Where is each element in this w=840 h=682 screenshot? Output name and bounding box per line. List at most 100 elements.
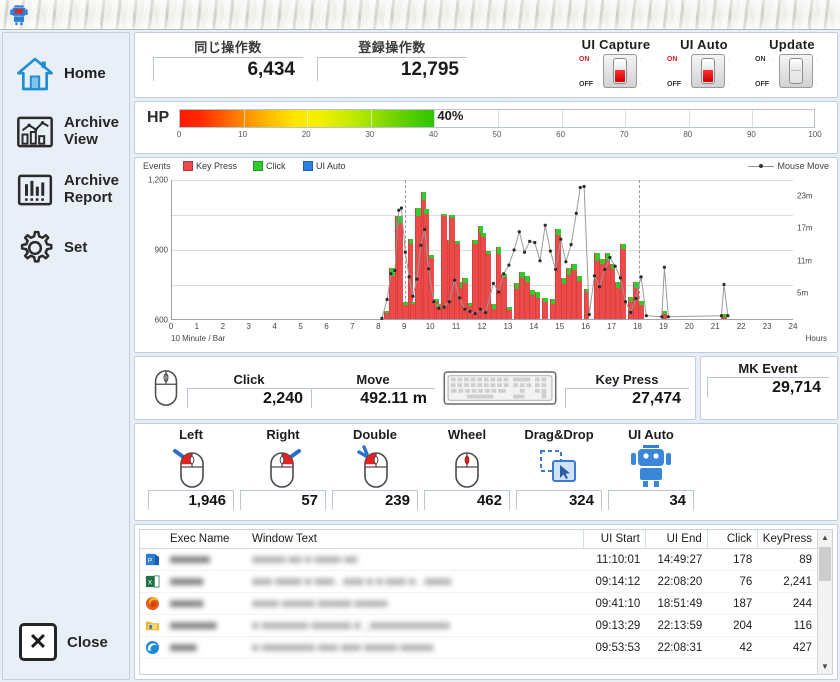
chart-bar-click	[424, 209, 429, 214]
application-window: Home Archive View	[0, 0, 840, 682]
cell-ui-end: 18:51:49	[645, 593, 707, 615]
stat-label: Move	[311, 372, 435, 387]
counter-registered-operations: 登録操作数 12,795	[317, 37, 467, 81]
legend-ui-auto: UI Auto	[303, 161, 346, 171]
table-header: Exec Name Window Text UI Start UI End Cl…	[140, 530, 832, 549]
col-window-text[interactable]: Window Text	[247, 530, 583, 549]
cell-window-text: ■■■■ ■■■■■ ■■■■■ ■■■■■	[247, 593, 583, 615]
mouse-stat-value: 462	[424, 490, 510, 510]
sidebar-item-archive-report[interactable]: Archive Report	[3, 161, 129, 219]
chart-bar	[576, 276, 582, 319]
hp-tick-label: 10	[238, 130, 247, 139]
mouse-stat-label: Drag&Drop	[513, 427, 605, 442]
tick-mark: ·	[684, 57, 686, 64]
toggle-track[interactable]	[603, 54, 637, 88]
robot-icon	[605, 442, 697, 490]
close-button[interactable]: ✕ Close	[3, 623, 131, 661]
stat-value: 29,714	[707, 377, 829, 397]
col-ui-start[interactable]: UI Start	[583, 530, 645, 549]
table-scrollbar[interactable]: ▲ ▼	[817, 530, 832, 674]
table-row[interactable]: P■■■■■■■■■■■ ■■ ■ ■■■■ ■■11:10:0114:49:2…	[140, 549, 832, 571]
chart-x-tick-label: 19	[659, 322, 668, 331]
chart-x-tick-label: 9	[402, 322, 406, 331]
mouse-stat-drag-drop: Drag&Drop 324	[513, 427, 605, 510]
chart-bar-click	[497, 247, 502, 254]
chart-bar-click	[621, 244, 626, 249]
cell-click: 76	[707, 571, 757, 593]
col-click[interactable]: Click	[707, 530, 757, 549]
sidebar-item-label: Archive Report	[64, 173, 119, 207]
sidebar-item-set[interactable]: Set	[3, 219, 129, 277]
toggle-knob[interactable]	[701, 58, 715, 84]
chart-bar-click	[525, 276, 530, 281]
col-ui-end[interactable]: UI End	[645, 530, 707, 549]
chart-bar-click	[663, 311, 668, 313]
toggle-label: Update	[753, 37, 831, 52]
chart-x-tick-label: 15	[555, 322, 564, 331]
chart-x-tick-label: 14	[529, 322, 538, 331]
tick-mark: ·	[815, 80, 817, 87]
archive-report-icon	[15, 170, 55, 210]
chart-bar-click	[486, 251, 491, 253]
toggle-ui-capture[interactable]: UI Capture ON OFF · · · ·	[577, 37, 655, 90]
exec-name-text: ■■■■■	[170, 598, 203, 610]
sidebar-item-label: Archive View	[64, 115, 119, 149]
sidebar-item-label: Set	[64, 240, 87, 257]
mouse-breakdown-panel: Left 1,946 Right	[134, 423, 838, 521]
table-row[interactable]: ■■■■■■■■ ■■■■■■■ ■■■■■■ ■ _■■■■■■■■■■■■0…	[140, 615, 832, 637]
toggle-switch[interactable]: ON OFF · · · ·	[665, 54, 743, 90]
scroll-thumb[interactable]	[819, 547, 831, 581]
toggle-update[interactable]: Update ON OFF · · · ·	[753, 37, 831, 90]
chart-x-tick-label: 18	[633, 322, 642, 331]
chart-marker-line	[405, 180, 406, 319]
table-row[interactable]: ■■■■■ ■■■■■■■■ ■■■ ■■■ ■■■■■ ■■■■■09:53:…	[140, 637, 832, 659]
hp-gauge: HP 40% 0102030405060708090100	[135, 102, 837, 108]
cell-ui-start: 09:14:12	[583, 571, 645, 593]
mouse-wheel-icon	[421, 442, 513, 490]
mouse-stat-double: Double 239	[329, 427, 421, 510]
col-exec-name[interactable]: Exec Name	[165, 530, 247, 549]
chart-gridline: 900	[172, 215, 793, 216]
title-bar	[0, 0, 840, 30]
svg-text:X: X	[148, 579, 153, 586]
sidebar-item-home[interactable]: Home	[3, 45, 129, 103]
toggle-track[interactable]	[691, 54, 725, 88]
table-row[interactable]: ■■■■■■■■■ ■■■■■ ■■■■■ ■■■■■09:41:1018:51…	[140, 593, 832, 615]
stat-value: 2,240	[187, 388, 311, 408]
chart-x-tick-label: 22	[737, 322, 746, 331]
chart-bar-click	[606, 253, 611, 260]
table: Exec Name Window Text UI Start UI End Cl…	[140, 530, 832, 659]
exec-name-text: ■■■■■■	[170, 554, 210, 566]
firefox-icon	[145, 596, 160, 611]
counter-value: 12,795	[317, 57, 467, 81]
chart-bar-click	[556, 229, 561, 235]
mouse-left-click-icon	[145, 442, 237, 490]
toggle-knob[interactable]	[789, 58, 803, 84]
cell-window-text: ■■■ ■■■■ ■ ■■■ , ■■■ ■ ■ ■■■ ■ , ■■■■	[247, 571, 583, 593]
chart-bar-click	[435, 299, 440, 302]
table-row[interactable]: X■■■■■■■■ ■■■■ ■ ■■■ , ■■■ ■ ■ ■■■ ■ , ■…	[140, 571, 832, 593]
hp-label: HP	[147, 109, 169, 127]
toggle-track[interactable]	[779, 54, 813, 88]
sidebar-item-archive-view[interactable]: Archive View	[3, 103, 129, 161]
toggle-switch[interactable]: ON OFF · · · ·	[753, 54, 831, 90]
label-line-1: Archive	[64, 172, 119, 189]
scroll-down-arrow[interactable]: ▼	[818, 659, 832, 674]
sessions-table-panel: Exec Name Window Text UI Start UI End Cl…	[134, 524, 838, 680]
app-icon-cell	[140, 637, 165, 659]
close-glyph: ✕	[29, 631, 47, 653]
mouse-stat-label: Left	[145, 427, 237, 442]
stat-mk-event: MK Event 29,714	[701, 357, 837, 397]
toggle-switch[interactable]: ON OFF · · · ·	[577, 54, 655, 90]
chart-bar	[506, 307, 512, 319]
toggle-on-label: ON	[579, 56, 590, 63]
sessions-table[interactable]: Exec Name Window Text UI Start UI End Cl…	[139, 529, 833, 675]
tick-mark: ·	[596, 57, 598, 64]
toggle-ui-auto[interactable]: UI Auto ON OFF · · · ·	[665, 37, 743, 90]
toggle-knob[interactable]	[613, 58, 627, 84]
scroll-up-arrow[interactable]: ▲	[818, 530, 832, 545]
stat-label: Click	[187, 372, 311, 387]
window-text: ■■■■ ■■■■■ ■■■■■ ■■■■■	[252, 598, 387, 610]
events-chart-panel: Events Key Press Click UI Auto Mouse Mov…	[134, 157, 838, 353]
chart-bar-click	[409, 239, 414, 245]
